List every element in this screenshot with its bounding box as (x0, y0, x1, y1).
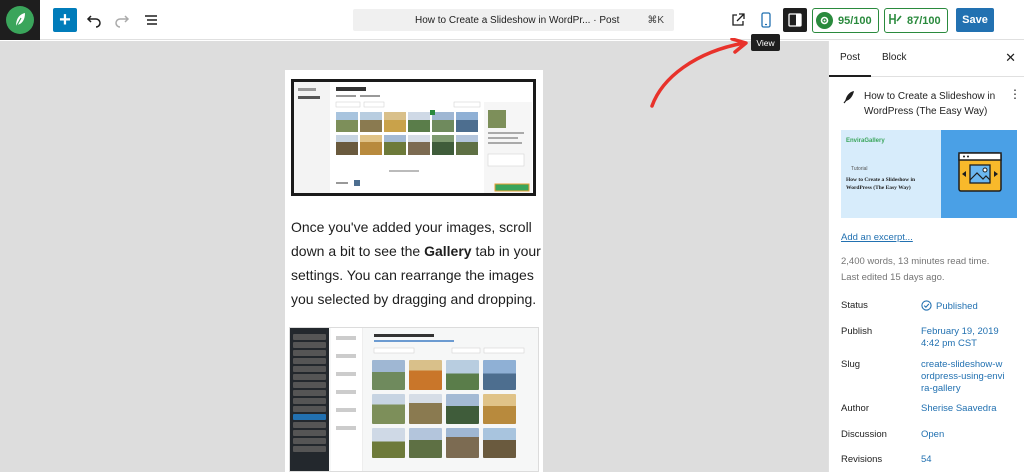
close-icon[interactable]: ✕ (1005, 50, 1016, 66)
seo-score-value: 95/100 (838, 14, 872, 27)
featured-headline: How to Create a Slideshow in WordPress (… (846, 177, 916, 191)
publish-label: Publish (841, 326, 873, 337)
status-label: Status (841, 300, 868, 311)
featured-image[interactable]: EnviraGallery Tutorial How to Create a S… (841, 130, 1017, 218)
tab-block[interactable]: Block (882, 52, 906, 63)
undo-icon (86, 15, 101, 28)
post-meta: 2,400 words, 13 minutes read time. Last … (841, 254, 1016, 286)
truseo-score-button[interactable]: 87/100 (884, 8, 948, 33)
status-text: Published (936, 301, 978, 312)
view-post-button[interactable] (726, 8, 750, 32)
sidebar-icon (788, 13, 802, 27)
last-edited: Last edited 15 days ago. (841, 272, 945, 283)
image-gallery-icon (958, 152, 1002, 192)
settings-toggle-button[interactable] (783, 8, 807, 32)
shortcut-hint: ⌘K (647, 15, 664, 26)
seo-score-button[interactable]: 95/100 (812, 8, 879, 33)
redo-icon (115, 15, 130, 28)
post-title: How to Create a Slideshow in WordPress (… (864, 91, 996, 117)
sidebar-tabs: Post Block ✕ (828, 41, 1024, 77)
word-count: 2,400 words, 13 minutes read time. (841, 256, 990, 267)
command-palette-bar[interactable]: How to Create a Slideshow in WordPr... ·… (353, 9, 674, 31)
published-check-icon (921, 300, 932, 311)
site-logo[interactable] (0, 0, 40, 40)
editor-toolbar: + How to Create a Slideshow in WordPr...… (0, 0, 1024, 40)
leaf-icon (6, 6, 34, 34)
revisions-label: Revisions (841, 454, 883, 465)
discussion-label: Discussion (841, 429, 887, 440)
aioseo-icon (816, 12, 833, 29)
slug-value[interactable]: create-slideshow-wordpress-using-envira-… (921, 359, 1005, 395)
more-options-icon[interactable]: ⋮ (1009, 88, 1021, 100)
wp-admin-menu-image (290, 328, 329, 471)
device-preview-button[interactable] (754, 8, 778, 32)
external-link-icon (732, 13, 745, 26)
post-paragraph[interactable]: Once you've added your images, scroll do… (291, 215, 541, 311)
featured-brand: EnviraGallery (846, 138, 885, 144)
headline-score-value: 87/100 (907, 14, 941, 27)
add-media-screenshot[interactable] (291, 79, 536, 196)
annotation-arrow (650, 38, 748, 108)
gallery-subnav-image (331, 328, 363, 471)
save-button[interactable]: Save (956, 8, 994, 32)
author-value[interactable]: Sherise Saavedra (921, 403, 1021, 415)
slug-label: Slug (841, 359, 861, 370)
add-excerpt-link[interactable]: Add an excerpt... (841, 232, 913, 243)
list-view-icon (145, 15, 157, 25)
document-title: How to Create a Slideshow in WordPr... ·… (415, 15, 620, 26)
headline-analyzer-icon (888, 12, 902, 29)
settings-sidebar: Post Block ✕ How to Create a Slideshow i… (828, 41, 1024, 472)
gallery-thumbnail-grid (372, 360, 516, 458)
featured-tag: Tutorial (851, 166, 868, 172)
redo-button[interactable] (110, 8, 134, 32)
status-value[interactable]: Published (921, 300, 1021, 313)
mobile-icon (761, 12, 771, 28)
paragraph-bold-text: Gallery (424, 243, 472, 259)
gallery-settings-screenshot[interactable] (289, 327, 539, 472)
publish-date-value[interactable]: February 19, 2019 4:42 pm CST (921, 326, 1001, 350)
tab-post[interactable]: Post (828, 52, 872, 77)
discussion-value[interactable]: Open (921, 429, 1021, 441)
post-pen-icon (843, 91, 854, 104)
view-tooltip: View (751, 34, 780, 51)
add-block-button[interactable]: + (53, 8, 77, 32)
undo-button[interactable] (82, 8, 106, 32)
revisions-value[interactable]: 54 (921, 454, 1021, 466)
post-content: Once you've added your images, scroll do… (285, 70, 543, 472)
author-label: Author (841, 403, 869, 414)
document-overview-button[interactable] (139, 8, 163, 32)
